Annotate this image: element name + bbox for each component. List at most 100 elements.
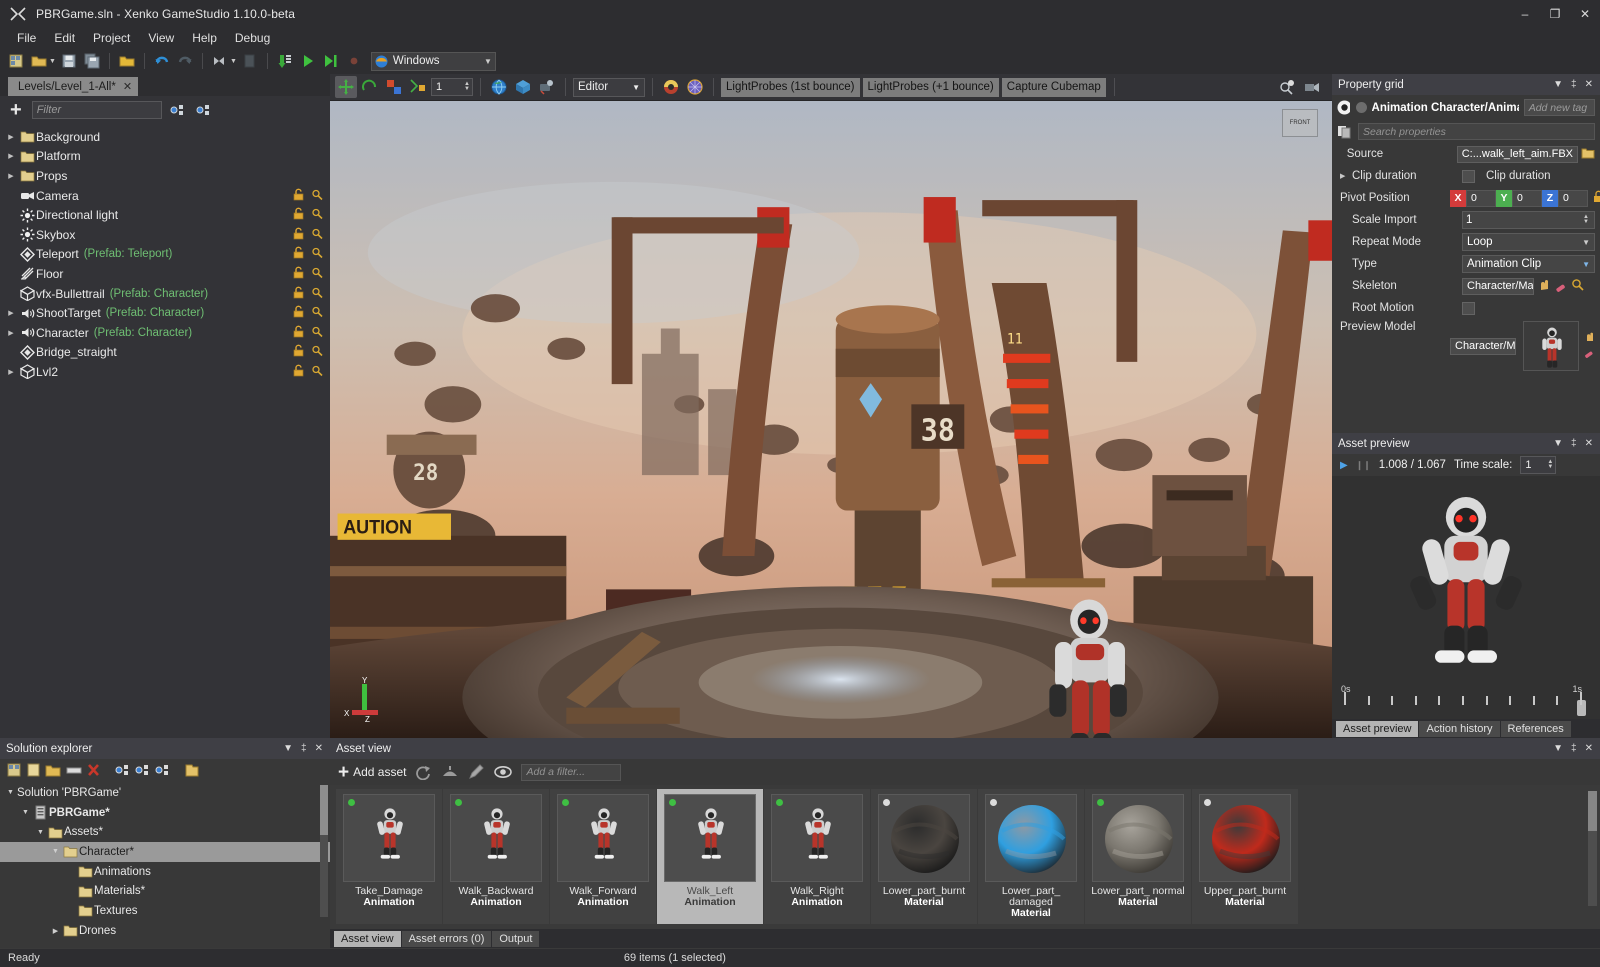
cube-mode-icon[interactable]	[512, 76, 534, 98]
asset-card[interactable]: Upper_part_burntMaterial	[1192, 789, 1298, 924]
open-project-icon[interactable]	[29, 51, 49, 71]
collapse-all-icon[interactable]	[194, 101, 214, 119]
camera-preview-icon[interactable]	[1301, 76, 1323, 98]
solution-tree[interactable]: ▼Solution 'PBRGame'▼PBRGame*▼Assets*▼Cha…	[0, 781, 330, 948]
copy-properties-icon[interactable]	[1337, 124, 1353, 139]
property-combo[interactable]: Animation Clip▼	[1462, 255, 1595, 273]
save-icon[interactable]	[59, 51, 79, 71]
chevron-down-icon[interactable]: ▼	[632, 83, 640, 92]
scene-tree-item-vfx-bullettrail[interactable]: vfx-Bullettrail(Prefab: Character)	[0, 284, 330, 304]
axis-y-value[interactable]: 0	[1512, 190, 1542, 207]
menu-debug[interactable]: Debug	[226, 29, 279, 47]
rotate-gizmo-icon[interactable]	[359, 76, 381, 98]
scene-tree-item-platform[interactable]: ▶Platform	[0, 147, 330, 167]
snap-value-input[interactable]: 1 ▲▼	[431, 78, 473, 96]
property-spin-input[interactable]: 1▲▼	[1462, 211, 1595, 229]
clip-duration-checkbox[interactable]	[1462, 170, 1475, 183]
material-sphere-icon[interactable]	[660, 76, 682, 98]
reload-assets-icon[interactable]	[275, 51, 295, 71]
scene-viewport[interactable]: 11 38 AUTION	[330, 101, 1332, 738]
tab-asset-preview[interactable]: Asset preview	[1336, 721, 1418, 737]
scene-tree-item-teleport[interactable]: Teleport(Prefab: Teleport)	[0, 245, 330, 265]
scene-tree[interactable]: ▶Background▶Platform▶PropsCameraDirectio…	[0, 123, 330, 738]
editor-mode-selector[interactable]: Editor ▼	[573, 78, 645, 97]
visibility-icon[interactable]	[311, 246, 324, 262]
lightprobes-first-bounce-button[interactable]: LightProbes (1st bounce)	[721, 78, 860, 97]
chevron-down-icon[interactable]: ▼	[1582, 238, 1590, 247]
platform-selector[interactable]: Windows ▼	[371, 52, 496, 71]
run-icon[interactable]	[298, 51, 318, 71]
lock-icon[interactable]	[292, 188, 305, 204]
pick-icon[interactable]	[1537, 278, 1551, 295]
undo-icon[interactable]	[152, 51, 172, 71]
axis-x-value[interactable]: 0	[1466, 190, 1496, 207]
translate-gizmo-icon[interactable]	[335, 76, 357, 98]
solution-item-solution-pbrgame-[interactable]: ▼Solution 'PBRGame'	[0, 783, 330, 803]
solution-item-textures[interactable]: Textures	[0, 901, 330, 921]
menu-view[interactable]: View	[139, 29, 183, 47]
asset-thumbnail[interactable]	[878, 794, 970, 882]
expand-arrow-icon[interactable]: ▶	[4, 309, 18, 317]
property-reference-field[interactable]: Character/Ma	[1462, 278, 1534, 295]
lock-icon[interactable]	[292, 286, 305, 302]
build-config-caret-icon[interactable]: ▼	[230, 58, 237, 65]
lock-icon[interactable]	[1592, 190, 1600, 206]
animation-timeline[interactable]: 0s 1s	[1332, 685, 1600, 719]
solution-item-assets-[interactable]: ▼Assets*	[0, 822, 330, 842]
time-scale-input[interactable]: 1 ▲▼	[1520, 456, 1556, 474]
tab-action-history[interactable]: Action history	[1419, 721, 1499, 737]
clear-icon[interactable]	[1584, 347, 1596, 362]
play-icon[interactable]: ▶	[1340, 460, 1348, 471]
expand-arrow-icon[interactable]: ▶	[4, 133, 18, 141]
scale-gizmo-icon[interactable]	[383, 76, 405, 98]
asset-card[interactable]: Walk_ForwardAnimation	[550, 789, 656, 924]
snap-icon[interactable]	[407, 76, 429, 98]
rename-icon[interactable]	[66, 763, 82, 777]
asset-card[interactable]: Walk_RightAnimation	[764, 789, 870, 924]
asset-card[interactable]: Lower_part_ damagedMaterial	[978, 789, 1084, 924]
asset-thumbnail[interactable]	[343, 794, 435, 882]
pick-icon[interactable]	[1584, 331, 1596, 346]
asset-card[interactable]: Lower_part_burntMaterial	[871, 789, 977, 924]
expand-icon[interactable]	[115, 763, 130, 777]
asset-preview-stage[interactable]	[1332, 476, 1600, 685]
visibility-icon[interactable]	[311, 207, 324, 223]
visibility-icon[interactable]	[311, 325, 324, 341]
add-entity-button[interactable]: +	[6, 103, 26, 117]
asset-filter-input[interactable]: Add a filter...	[521, 764, 621, 781]
new-project-icon[interactable]	[6, 51, 26, 71]
expand-arrow-icon[interactable]: ▶	[4, 329, 18, 337]
menu-project[interactable]: Project	[84, 29, 139, 47]
property-combo[interactable]: Loop▼	[1462, 233, 1595, 251]
sort-icon[interactable]	[441, 764, 459, 780]
chevron-down-icon[interactable]: ▼	[1553, 79, 1563, 90]
visibility-icon[interactable]	[311, 266, 324, 282]
menu-edit[interactable]: Edit	[45, 29, 84, 47]
expand-arrow-icon[interactable]: ▶	[1340, 172, 1352, 180]
spinner-icon[interactable]: ▲▼	[464, 82, 472, 92]
solution-item-animations[interactable]: Animations	[0, 862, 330, 882]
asset-thumbnail[interactable]	[771, 794, 863, 882]
grid-icon[interactable]	[684, 76, 706, 98]
pin-icon[interactable]: ‡	[301, 743, 307, 754]
scene-tree-item-floor[interactable]: Floor	[0, 264, 330, 284]
solution-item-pbrgame-[interactable]: ▼PBRGame*	[0, 803, 330, 823]
lock-icon[interactable]	[292, 364, 305, 380]
expand-arrow-icon[interactable]: ▶	[4, 368, 18, 376]
delete-icon[interactable]	[87, 763, 100, 777]
tab-output[interactable]: Output	[492, 931, 539, 947]
lock-icon[interactable]	[292, 305, 305, 321]
chevron-down-icon[interactable]: ▼	[1553, 743, 1563, 754]
clear-icon[interactable]	[1554, 278, 1568, 295]
pin-icon[interactable]: ‡	[1571, 79, 1577, 90]
lock-icon[interactable]	[292, 246, 305, 262]
spinner-icon[interactable]: ▲▼	[1547, 460, 1555, 470]
chevron-down-icon[interactable]: ▼	[1553, 438, 1563, 449]
maximize-button[interactable]: ❐	[1540, 0, 1570, 28]
asset-card[interactable]: Walk_BackwardAnimation	[443, 789, 549, 924]
lock-icon[interactable]	[292, 266, 305, 282]
visibility-icon[interactable]	[311, 305, 324, 321]
spinner-icon[interactable]: ▲▼	[1583, 215, 1591, 225]
tab-asset-errors[interactable]: Asset errors (0)	[402, 931, 492, 947]
expand-arrow-icon[interactable]: ▼	[4, 789, 17, 796]
